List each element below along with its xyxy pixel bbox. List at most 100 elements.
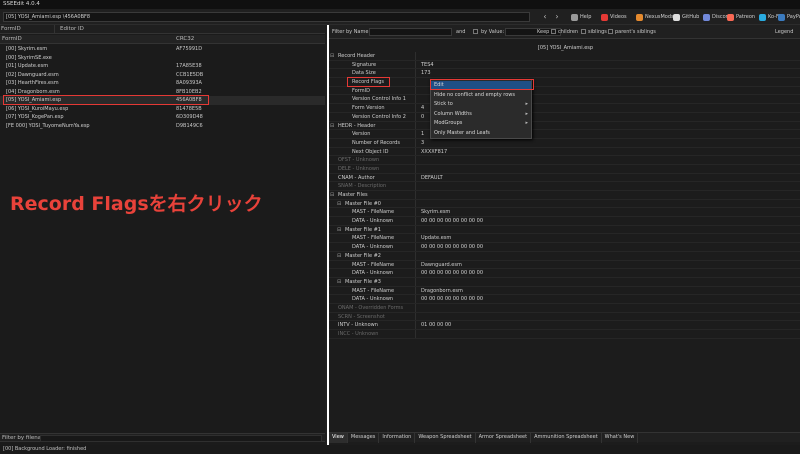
file-row[interactable]: [FE 000] YOSI_TuyomeNumYa.esp D9B149C6 — [0, 122, 325, 131]
tree-field-name: Form Version — [352, 105, 385, 112]
editorid-search-input[interactable]: Editor ID — [58, 25, 128, 34]
tree-field-name: DATA - Unknown — [352, 270, 394, 277]
tree-row[interactable]: SCRN - Screenshot — [329, 312, 800, 322]
tab-what-s-new[interactable]: What's New — [602, 433, 639, 443]
tree-row[interactable]: Record Flags — [329, 78, 800, 87]
tree-row[interactable]: MAST - FileName Update.esm — [329, 234, 800, 244]
forward-arrow-icon[interactable]: › — [552, 11, 562, 23]
tree-row[interactable]: ⊟ Master File #2 — [329, 251, 800, 261]
file-name: [00] Skyrim.esm — [6, 46, 48, 52]
tree-row[interactable]: Data Size 173 — [329, 69, 800, 79]
filter-name-input[interactable] — [369, 28, 452, 36]
tree-row[interactable]: Signature TES4 — [329, 60, 800, 70]
toolbar-link-videos[interactable]: Videos — [601, 13, 627, 22]
toolbar-link-github[interactable]: GitHub — [673, 13, 699, 22]
tree-row[interactable]: MAST - FileName Skyrim.esm — [329, 208, 800, 218]
tab-weapon-spreadsheet[interactable]: Weapon Spreadsheet — [415, 433, 476, 443]
tree-row[interactable]: ⊟ Master Files — [329, 191, 800, 200]
tree-row[interactable]: OFST - Unknown — [329, 156, 800, 165]
column-crc32[interactable]: CRC32 — [176, 35, 194, 44]
tree-row[interactable]: Version 1 — [329, 130, 800, 139]
tree-row[interactable]: FormID — [329, 86, 800, 96]
tab-view[interactable]: View — [329, 433, 348, 443]
tab-armor-spreadsheet[interactable]: Armor Spreadsheet — [476, 433, 532, 443]
keep-siblings-checkbox[interactable] — [581, 29, 586, 34]
tree-row[interactable]: ⊟ Master File #0 — [329, 199, 800, 209]
toolbar-link-label: Patreon — [736, 14, 756, 20]
tree-row[interactable]: ⊟ HEDR - Header — [329, 121, 800, 131]
column-divider — [415, 95, 416, 104]
tree-row[interactable]: Version Control Info 1 — [329, 95, 800, 105]
legend-button[interactable]: Legend — [775, 29, 793, 35]
file-row[interactable]: [02] Dawnguard.esm CCB1E5DB — [0, 71, 325, 80]
tree-row[interactable]: Version Control Info 2 0 — [329, 112, 800, 122]
tree-row[interactable]: Form Version 4 — [329, 104, 800, 113]
tree-field-value: DEFAULT — [421, 174, 443, 181]
tab-messages[interactable]: Messages — [348, 433, 380, 443]
file-row[interactable]: [07] YOSI_KogePan.esp 6D309D48 — [0, 113, 325, 122]
file-crc: 17A85E38 — [176, 63, 202, 69]
context-menu-item-hide-no-conflict-and-empty-rows[interactable]: Hide no conflict and empty rows — [431, 91, 531, 100]
tree-field-value: 00 00 00 00 00 00 00 00 — [421, 218, 484, 225]
filename-filter-bar: Filter by filename: — [0, 433, 325, 442]
back-arrow-icon[interactable]: ‹ — [540, 11, 550, 23]
collapse-icon[interactable]: ⊟ — [330, 52, 334, 61]
selected-file-highlight — [3, 95, 209, 105]
tree-field-name: Master File #3 — [345, 278, 381, 285]
collapse-icon[interactable]: ⊟ — [330, 191, 334, 200]
tree-field-name: MAST - FileName — [352, 235, 395, 242]
collapse-icon[interactable]: ⊟ — [330, 122, 334, 131]
toolbar-link-paypal[interactable]: PayPal — [778, 13, 800, 22]
tree-field-name: HEDR - Header — [338, 122, 376, 129]
file-row[interactable]: [01] Update.esm 17A85E38 — [0, 62, 325, 71]
tree-row[interactable]: Number of Records 3 — [329, 138, 800, 148]
context-menu-item-modgroups[interactable]: ModGroups ▸ — [431, 119, 531, 128]
tree-row[interactable]: DATA - Unknown 00 00 00 00 00 00 00 00 — [329, 243, 800, 252]
file-row[interactable]: [00] Skyrim.esm AF75991D — [0, 45, 325, 54]
context-menu-item-stick-to[interactable]: Stick to ▸ — [431, 100, 531, 109]
tab-information[interactable]: Information — [379, 433, 416, 443]
filter-value-checkbox[interactable] — [473, 29, 478, 34]
tree-field-name: Version Control Info 2 — [352, 113, 406, 120]
toolbar-link-nexusmods[interactable]: NexusMods — [636, 13, 674, 22]
collapse-icon[interactable]: ⊟ — [337, 226, 341, 235]
tree-row[interactable]: INCC - Unknown — [329, 330, 800, 339]
tree-row[interactable]: DELE - Unknown — [329, 164, 800, 174]
tree-row[interactable]: ⊟ Master File #1 — [329, 225, 800, 235]
formid-search-input[interactable]: FormID — [0, 25, 55, 34]
toolbar-link-ko-fi[interactable]: Ko-Fi — [759, 13, 780, 22]
file-name: [02] Dawnguard.esm — [6, 71, 59, 78]
column-divider — [415, 138, 416, 147]
tree-row[interactable]: INTV - Unknown 01 00 00 00 — [329, 321, 800, 330]
tree-row[interactable]: DATA - Unknown 00 00 00 00 00 00 00 00 — [329, 269, 800, 278]
tab-ammunition-spreadsheet[interactable]: Ammunition Spreadsheet — [531, 433, 602, 443]
tree-row[interactable]: SNAM - Description — [329, 182, 800, 191]
column-formid[interactable]: FormID — [2, 35, 22, 44]
record-path-field[interactable]: [05] YOSI_Amiami.esp \456A0BF8 — [3, 12, 530, 22]
tree-row[interactable]: Next Object ID XXXXF817 — [329, 147, 800, 157]
tree-row[interactable]: ⊟ Record Header — [329, 52, 800, 61]
collapse-icon[interactable]: ⊟ — [337, 200, 341, 209]
tree-row[interactable]: DATA - Unknown 00 00 00 00 00 00 00 00 — [329, 295, 800, 304]
context-menu-label: ModGroups — [434, 120, 463, 126]
keep-children-checkbox[interactable] — [551, 29, 556, 34]
toolbar-link-help[interactable]: Help — [571, 13, 591, 22]
keep-parents-siblings-checkbox[interactable] — [608, 29, 613, 34]
collapse-icon[interactable]: ⊟ — [337, 252, 341, 261]
column-divider — [415, 156, 416, 164]
file-row[interactable]: [03] HearthFires.esm 8A09393A — [0, 79, 325, 88]
file-row[interactable]: [06] YOSI_KuroiMayu.esp 81478E5B — [0, 105, 325, 114]
tree-row[interactable]: MAST - FileName Dragonborn.esm — [329, 286, 800, 296]
record-flags-highlight — [347, 77, 390, 87]
filename-filter-input[interactable] — [40, 435, 322, 442]
tree-row[interactable]: ⊟ Master File #3 — [329, 277, 800, 287]
tree-row[interactable]: CNAM - Author DEFAULT — [329, 173, 800, 183]
collapse-icon[interactable]: ⊟ — [337, 278, 341, 287]
tree-row[interactable]: ONAM - Overridden Forms — [329, 303, 800, 313]
file-row[interactable]: [00] SkyrimSE.exe — [0, 54, 325, 63]
tree-row[interactable]: DATA - Unknown 00 00 00 00 00 00 00 00 — [329, 217, 800, 226]
context-menu-item-column-widths[interactable]: Column Widths ▸ — [431, 110, 531, 119]
context-menu-item-only-master-and-leafs[interactable]: Only Master and Leafs — [431, 129, 531, 138]
toolbar-link-patreon[interactable]: Patreon — [727, 13, 755, 22]
tree-row[interactable]: MAST - FileName Dawnguard.esm — [329, 260, 800, 270]
